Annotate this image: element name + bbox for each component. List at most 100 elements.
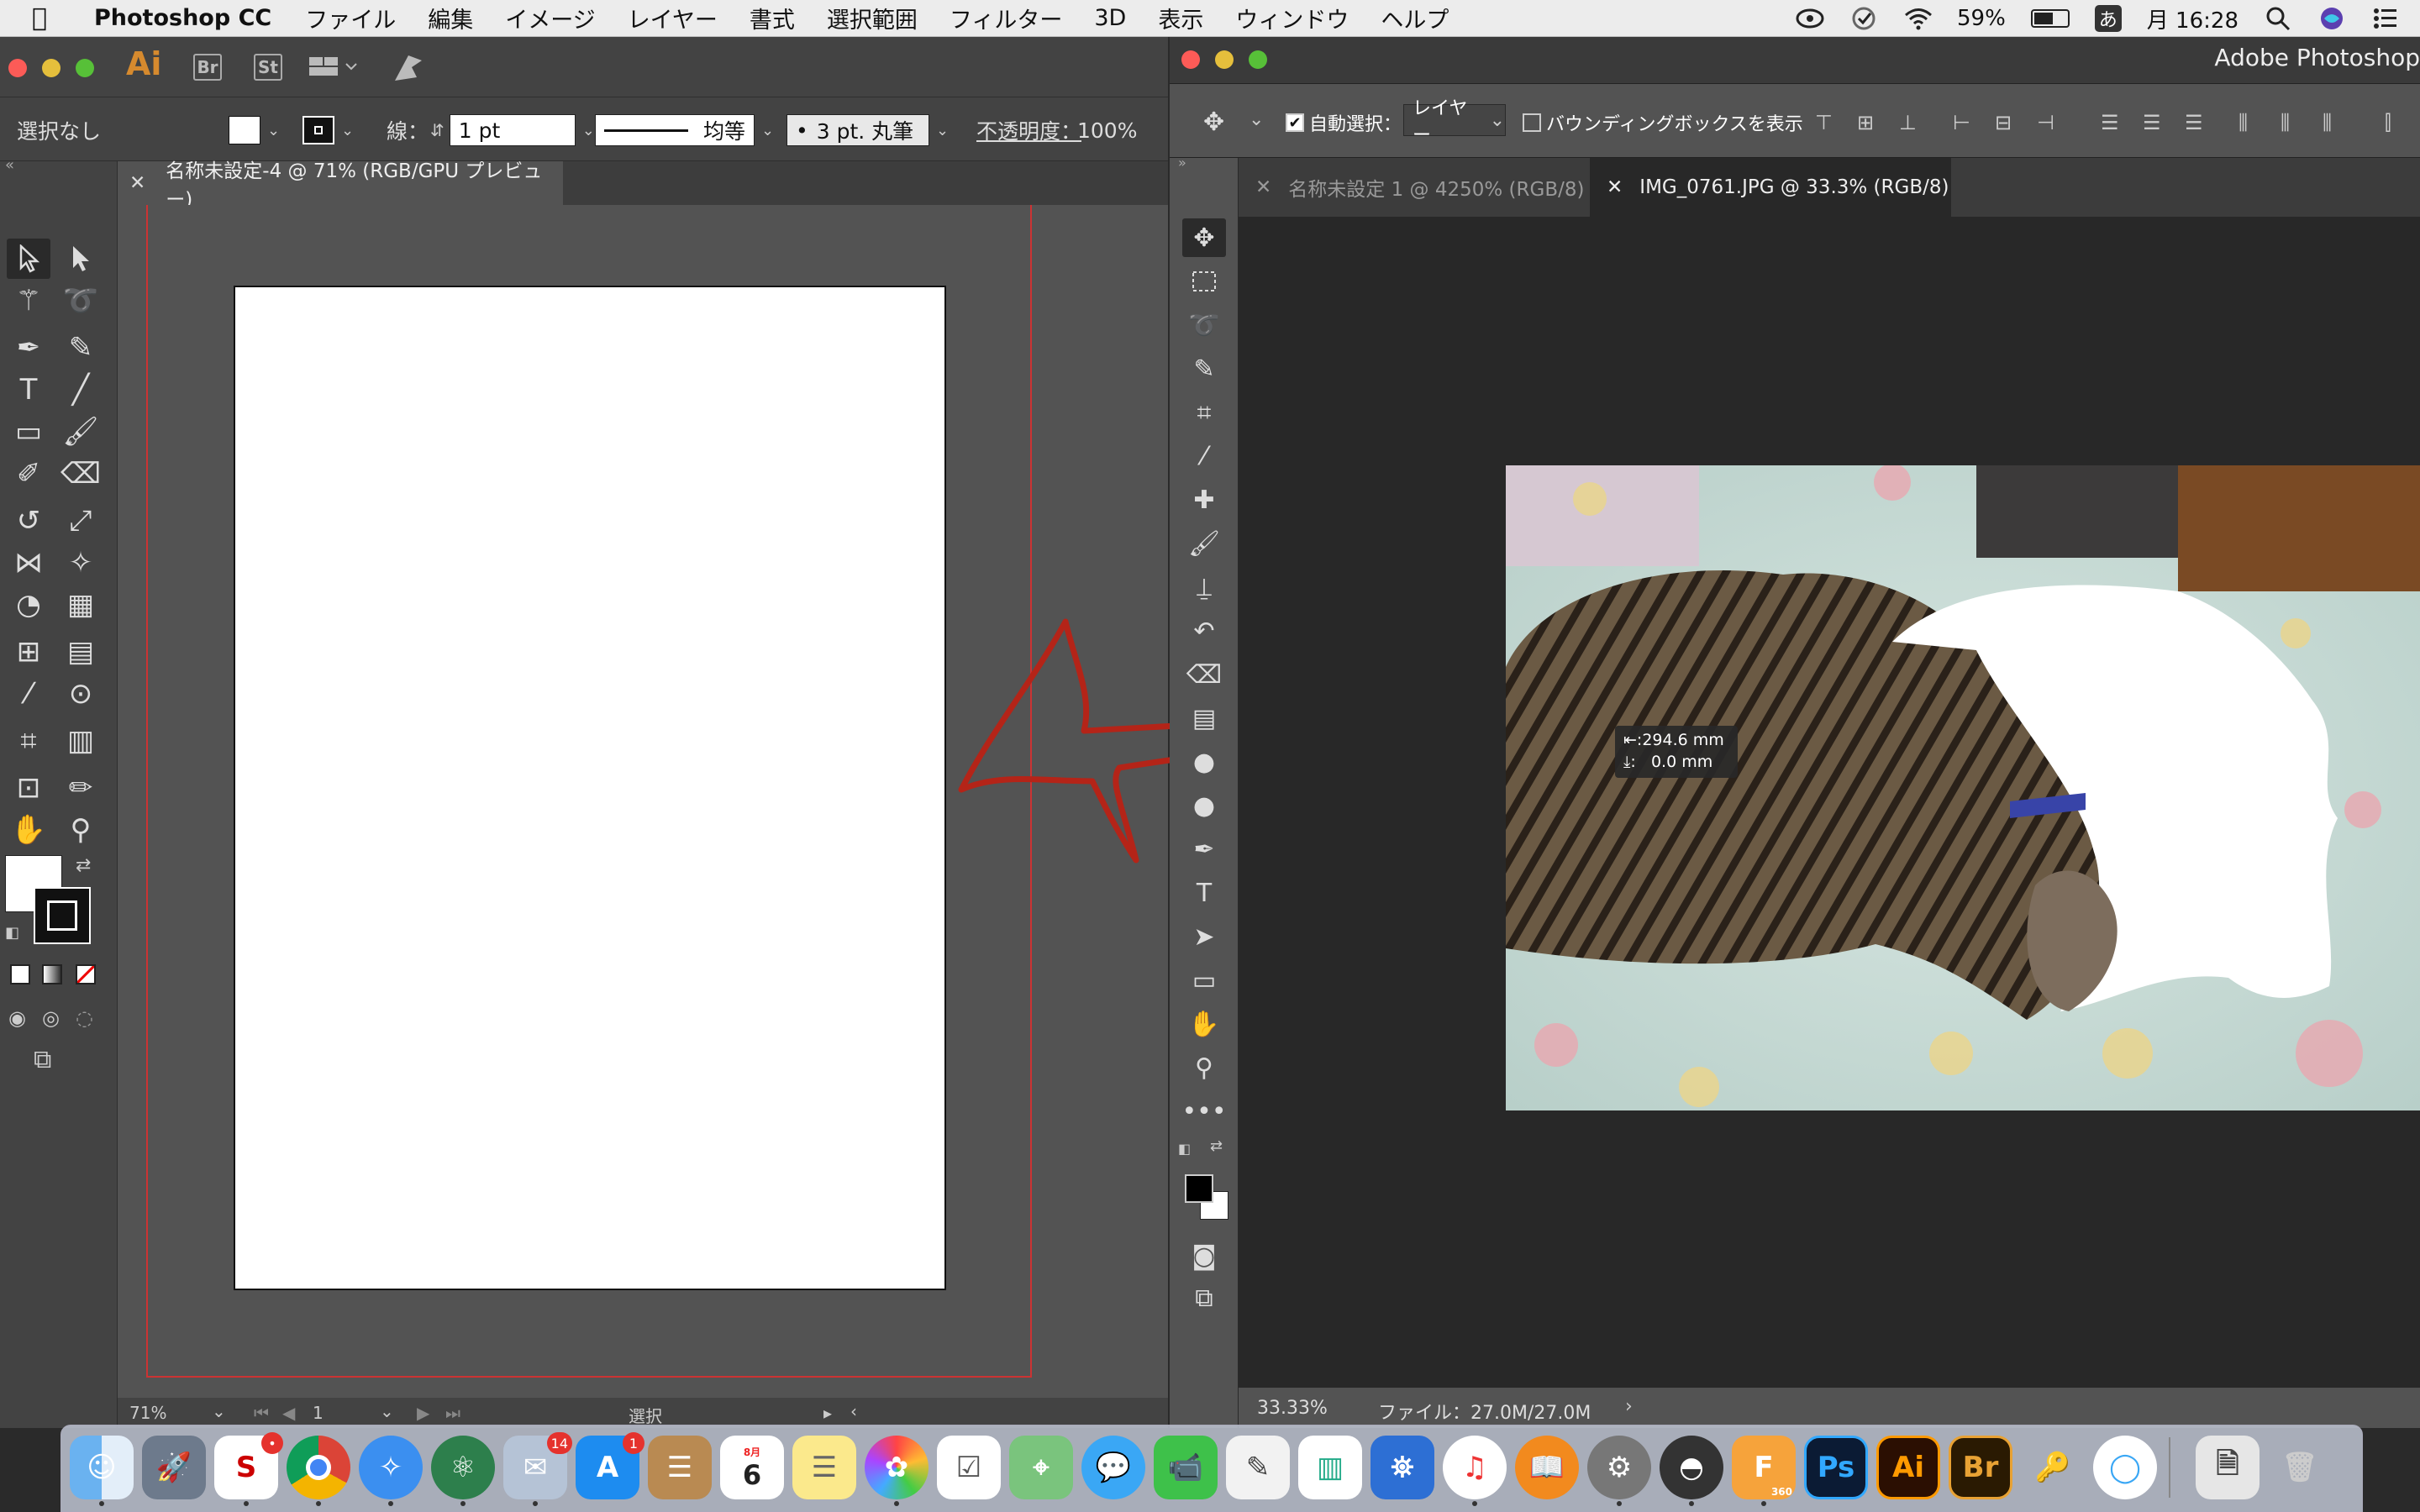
menu-file[interactable]: ファイル: [305, 2, 396, 34]
app-menu[interactable]: Photoshop CC: [94, 5, 271, 31]
simplenote-icon[interactable]: S •: [214, 1432, 283, 1506]
document-tab-img0761[interactable]: ✕ IMG_0761.JPG @ 33.3% (RGB/8): [1590, 158, 1951, 217]
menubar-clock[interactable]: 月 16:28: [2147, 3, 2238, 34]
marquee-tool-icon[interactable]: [1182, 262, 1226, 301]
menu-3d[interactable]: 3D: [1094, 5, 1126, 31]
reminders-icon[interactable]: ☑: [937, 1436, 1001, 1499]
numbers-icon[interactable]: ▥: [1298, 1436, 1362, 1499]
fusion-360-icon[interactable]: F 360: [1732, 1436, 1796, 1506]
ps-eraser-tool-icon[interactable]: ⌫: [1182, 655, 1226, 694]
github-desktop-icon[interactable]: ◓: [1660, 1436, 1723, 1506]
app-circle-icon[interactable]: ◯: [2093, 1436, 2157, 1499]
messages-icon[interactable]: 💬: [1081, 1436, 1145, 1499]
itunes-icon[interactable]: ♫: [1443, 1436, 1507, 1506]
close-window-button[interactable]: [8, 59, 27, 77]
shaper-tool-icon[interactable]: ✐: [7, 454, 50, 494]
stroke-width-field[interactable]: 1 pt: [449, 114, 576, 146]
photoshop-dock-icon[interactable]: Ps: [1804, 1436, 1868, 1499]
blur-tool-icon[interactable]: ●: [1182, 743, 1226, 781]
scroll-left-icon[interactable]: ‹: [850, 1401, 857, 1421]
photoshop-canvas[interactable]: ⇤:294.6 mm ⤓: 0.0 mm: [1239, 217, 2420, 1388]
photos-icon[interactable]: ✿: [865, 1436, 929, 1506]
auto-select-target-dropdown[interactable]: レイヤー ⌄: [1403, 98, 1506, 146]
system-preferences-icon[interactable]: ⚙: [1587, 1436, 1651, 1506]
foreground-color-swatch[interactable]: [1185, 1174, 1213, 1203]
cat-photo[interactable]: ⇤:294.6 mm ⤓: 0.0 mm: [1506, 465, 2420, 1110]
stroke-width-stepper[interactable]: ⇵ 1 pt ⌄: [430, 114, 595, 146]
align-horizontal-center-icon[interactable]: ⊟: [1995, 111, 2018, 134]
pen-tool-icon[interactable]: ✒: [7, 328, 50, 368]
direct-selection-tool-icon[interactable]: [59, 239, 103, 279]
lasso-tool-icon[interactable]: ➰: [59, 281, 103, 321]
zoom-window-button[interactable]: [76, 59, 94, 77]
document-tab-untitled[interactable]: ✕ 名称未設定 1 @ 4250% (RGB/8): [1239, 158, 1588, 217]
move-tool-icon[interactable]: ✥: [1182, 218, 1226, 257]
menu-help[interactable]: ヘルプ: [1381, 2, 1449, 34]
ps-type-tool-icon[interactable]: T: [1182, 874, 1226, 912]
rectangle-tool-icon[interactable]: ▭: [7, 412, 50, 452]
notification-center-icon[interactable]: [2371, 6, 2400, 31]
brush-tool-icon[interactable]: 🖌: [1182, 524, 1226, 563]
downloads-stack-icon[interactable]: 🗎: [2196, 1436, 2260, 1499]
puppet-warp-tool-icon[interactable]: ✧: [59, 543, 103, 583]
draw-normal-icon[interactable]: ◉: [8, 1006, 26, 1030]
ps-default-colors-icon[interactable]: ◧: [1178, 1141, 1191, 1157]
ps-eyedropper-tool-icon[interactable]: ⁄: [1182, 437, 1226, 475]
color-mode-icon[interactable]: [10, 964, 30, 984]
ps-zoom-window-button[interactable]: [1249, 50, 1267, 69]
menu-image[interactable]: イメージ: [505, 2, 595, 34]
siri-icon[interactable]: [2317, 6, 2346, 31]
keychain-icon[interactable]: 🔑: [2021, 1436, 2085, 1499]
hand-tool-icon[interactable]: ✋: [7, 810, 50, 850]
stroke-swatch[interactable]: [34, 887, 91, 944]
ps-rectangle-tool-icon[interactable]: ▭: [1182, 961, 1226, 1000]
bridge-button[interactable]: Br: [193, 54, 222, 81]
arrange-documents-icon[interactable]: [308, 54, 358, 81]
edit-toolbar-icon[interactable]: •••: [1181, 1092, 1226, 1131]
battery-icon[interactable]: [2030, 9, 2070, 28]
brush-definition[interactable]: • 3 pt. 丸筆 ⌄: [786, 114, 949, 146]
collapse-toolbar-icon[interactable]: «: [5, 156, 14, 174]
mail-icon[interactable]: ✉ 14: [503, 1432, 572, 1506]
curvature-tool-icon[interactable]: ✎: [59, 328, 103, 368]
eraser-tool-icon[interactable]: ⌫: [59, 454, 103, 494]
menu-edit[interactable]: 編集: [428, 2, 473, 34]
ps-swap-colors-icon[interactable]: ⇄: [1210, 1137, 1223, 1155]
shape-builder-tool-icon[interactable]: ◔: [7, 585, 50, 625]
healing-brush-tool-icon[interactable]: ✚: [1182, 480, 1226, 519]
default-fill-stroke-icon[interactable]: ◧: [5, 924, 19, 942]
maps-icon[interactable]: ⌖: [1009, 1436, 1073, 1499]
app-store-icon[interactable]: A1: [576, 1432, 644, 1499]
menu-window[interactable]: ウィンドウ: [1235, 2, 1349, 34]
ibooks-icon[interactable]: 📖: [1515, 1436, 1579, 1499]
line-tool-icon[interactable]: ╱: [59, 370, 103, 410]
slice-tool-icon[interactable]: ✏: [59, 768, 103, 808]
close-tab-icon[interactable]: ✕: [129, 172, 145, 194]
auto-select-checkbox[interactable]: ✔: [1286, 113, 1304, 132]
draw-behind-icon[interactable]: ◎: [42, 1006, 60, 1030]
first-artboard-icon[interactable]: ⏮: [254, 1403, 269, 1423]
mesh-tool-icon[interactable]: ⊞: [7, 632, 50, 672]
opacity-field[interactable]: 100%: [1077, 116, 1137, 144]
symbol-sprayer-tool-icon[interactable]: ⌗: [7, 721, 50, 761]
artboard-tool-icon[interactable]: ⊡: [7, 768, 50, 808]
safari-icon[interactable]: ✧: [359, 1436, 423, 1506]
minimize-window-button[interactable]: [42, 59, 60, 77]
blend-tool-icon[interactable]: ⊙: [59, 674, 103, 714]
quick-mask-icon[interactable]: ◙: [1182, 1236, 1226, 1275]
menu-layer[interactable]: レイヤー: [628, 2, 718, 34]
move-tool-preset-icon[interactable]: ✥: [1203, 108, 1224, 137]
paintbrush-tool-icon[interactable]: 🖌: [59, 412, 103, 452]
facetime-icon[interactable]: 📹: [1154, 1436, 1218, 1499]
perspective-grid-tool-icon[interactable]: ▦: [59, 585, 103, 625]
illustrator-dock-icon[interactable]: Ai: [1876, 1436, 1940, 1499]
clone-stamp-tool-icon[interactable]: ⍊: [1182, 568, 1226, 606]
document-tab-active[interactable]: ✕ 名称未設定-4 @ 71% (RGB/GPU プレビュー): [118, 160, 563, 211]
menu-filter[interactable]: フィルター: [950, 2, 1062, 34]
width-tool-icon[interactable]: ⋈: [7, 543, 50, 583]
distribute-right-icon[interactable]: ⫼: [2323, 111, 2346, 134]
path-selection-tool-icon[interactable]: ➤: [1182, 917, 1226, 956]
rotate-tool-icon[interactable]: ↺: [7, 501, 50, 541]
launchpad-icon[interactable]: 🚀: [142, 1436, 206, 1499]
magic-wand-tool-icon[interactable]: ⚚: [7, 281, 50, 321]
